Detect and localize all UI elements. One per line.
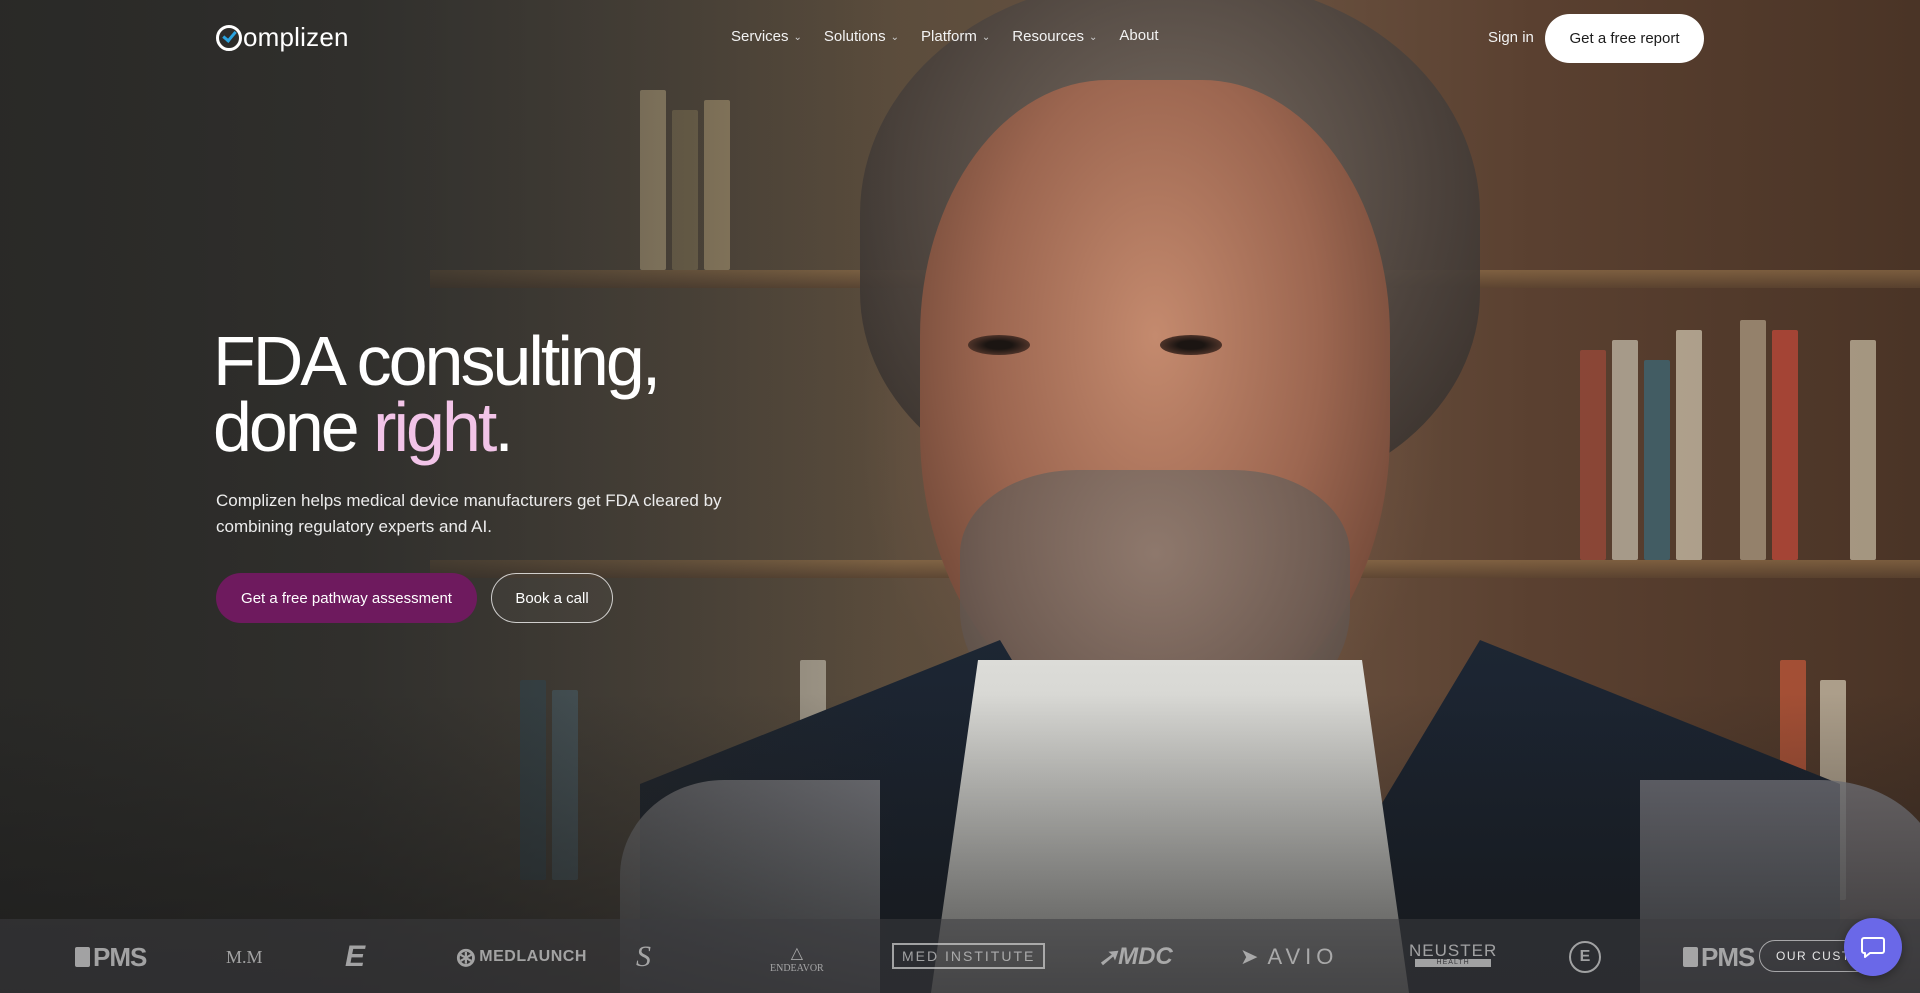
chevron-down-icon: ⌄ [793, 32, 802, 43]
nav-item-label: Solutions [823, 28, 886, 45]
chat-launcher-button[interactable] [1844, 918, 1902, 976]
pms-logo: PMS [75, 942, 147, 972]
mdc-logo: ➚ MDC [1098, 943, 1173, 971]
site-header: omplizen Services ⌄ Solutions ⌄ Platform… [0, 0, 1920, 78]
pms-logo: PMS [1683, 942, 1755, 972]
mm-logo: M.M [226, 946, 263, 967]
logo-wordmark: omplizen [243, 22, 349, 52]
chevron-down-icon: ⌄ [890, 32, 900, 43]
e-logo: E [345, 940, 366, 973]
nav-item-label: Platform [921, 28, 977, 45]
nav-item-solutions[interactable]: Solutions ⌄ [824, 28, 899, 45]
hero-subtitle: Complizen helps medical device manufactu… [216, 491, 722, 536]
free-pathway-assessment-button[interactable]: Get a free pathway assessment [216, 573, 477, 623]
nav-item-services[interactable]: Services ⌄ [731, 28, 802, 45]
neuster-logo: NEUSTER HEALTH [1409, 941, 1498, 967]
nav-item-resources[interactable]: Resources ⌄ [1012, 28, 1097, 45]
avio-logo: ➤ AVIO [1240, 944, 1339, 969]
medlaunch-logo: ⊛ MEDLAUNCH [455, 941, 587, 972]
get-free-report-button[interactable]: Get a free report [1545, 14, 1704, 63]
chat-icon [1861, 937, 1885, 958]
nav-item-about[interactable]: About [1119, 27, 1158, 44]
chevron-down-icon: ⌄ [1088, 32, 1098, 43]
e-circle-logo: E [1569, 941, 1601, 973]
endeavor-logo: △ ENDEAVOR [770, 945, 824, 974]
hero-title: FDA consulting, done right. [213, 326, 1013, 462]
nav-item-label: About [1119, 27, 1159, 44]
nav-item-platform[interactable]: Platform ⌄ [921, 28, 990, 45]
hero-title-line2-prefix: done [213, 388, 374, 466]
hero-title-line2-suffix: . [494, 388, 514, 466]
hero-title-accent-word: right [373, 388, 497, 466]
logo-check-icon [216, 24, 242, 51]
nav-item-label: Services [731, 28, 789, 45]
sign-in-link[interactable]: Sign in [1488, 29, 1534, 46]
main-nav: Services ⌄ Solutions ⌄ Platform ⌄ Resour… [731, 27, 1181, 45]
client-logo-strip: PMS M.M E ⊛ MEDLAUNCH S △ ENDEAVOR MED INS… [0, 919, 1920, 993]
chevron-down-icon: ⌄ [981, 32, 991, 43]
book-a-call-button[interactable]: Book a call [491, 573, 613, 623]
med-institute-logo: MED INSTITUTE [892, 943, 1046, 969]
complizen-logo[interactable]: omplizen [216, 22, 349, 53]
nav-item-label: Resources [1012, 28, 1084, 45]
s-logo: S [636, 940, 651, 973]
